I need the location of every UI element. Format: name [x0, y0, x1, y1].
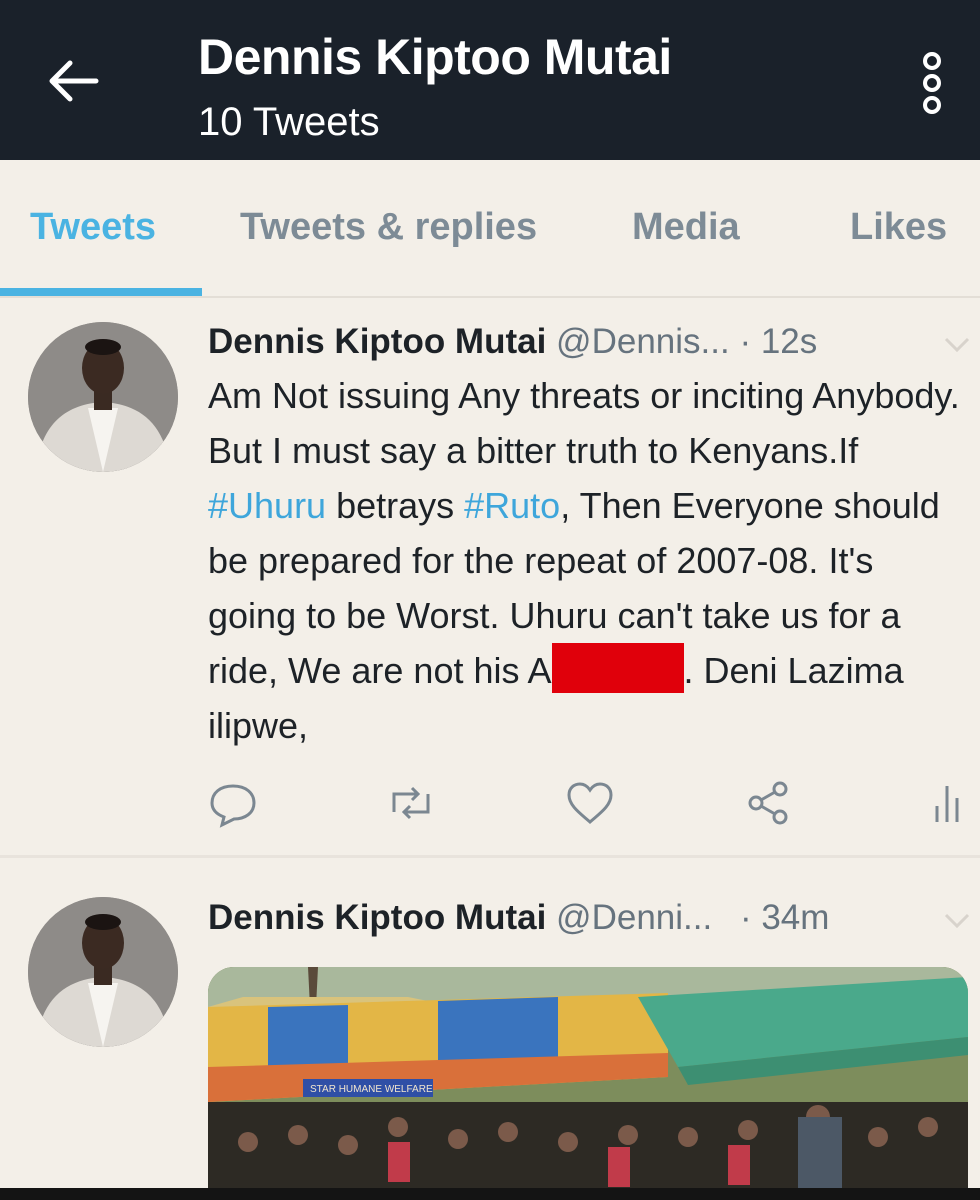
tent-banner-text: STAR HUMANE WELFARE [310, 1084, 433, 1095]
author-handle[interactable]: @Denni... [556, 898, 712, 937]
tweet-header: Dennis Kiptoo Mutai @Denni... · 34m [208, 898, 829, 938]
avatar[interactable] [28, 897, 178, 1047]
chevron-down-icon[interactable] [942, 911, 972, 931]
tweet-time: · 34m [739, 898, 830, 937]
screen-bottom-edge [0, 1188, 980, 1200]
tweet-media-photo[interactable]: STAR HUMANE WELFARE [208, 967, 968, 1200]
author-name[interactable]: Dennis Kiptoo Mutai [208, 898, 546, 937]
tweet[interactable]: Dennis Kiptoo Mutai @Denni... · 34m STAR… [0, 0, 980, 1200]
